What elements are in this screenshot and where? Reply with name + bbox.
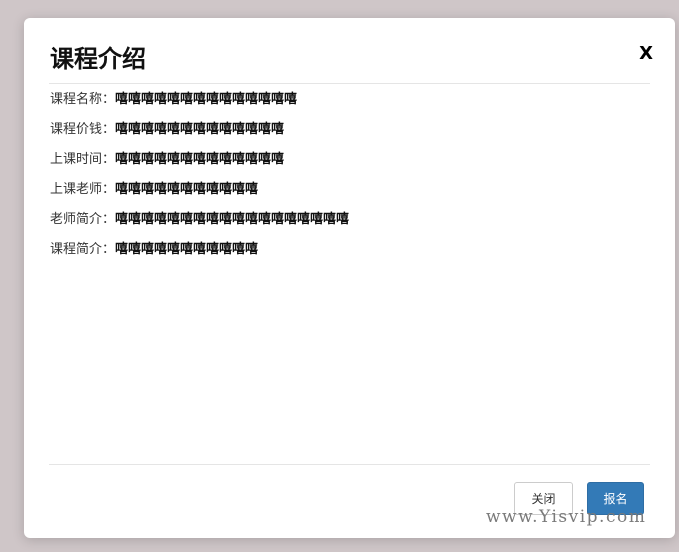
- info-row-teacher-bio: 老师简介：嘻嘻嘻嘻嘻嘻嘻嘻嘻嘻嘻嘻嘻嘻嘻嘻嘻嘻: [50, 210, 650, 240]
- info-row-course-summary: 课程简介：嘻嘻嘻嘻嘻嘻嘻嘻嘻嘻嘻: [50, 240, 650, 270]
- modal-header: 课程介绍 X: [49, 18, 653, 84]
- modal-title: 课程介绍: [50, 45, 146, 73]
- info-row-course-name: 课程名称：嘻嘻嘻嘻嘻嘻嘻嘻嘻嘻嘻嘻嘻嘻: [50, 90, 650, 120]
- info-label: 课程名称：: [50, 92, 116, 107]
- info-row-course-price: 课程价钱：嘻嘻嘻嘻嘻嘻嘻嘻嘻嘻嘻嘻嘻: [50, 120, 650, 150]
- info-value: 嘻嘻嘻嘻嘻嘻嘻嘻嘻嘻嘻嘻嘻: [115, 152, 285, 167]
- modal-footer: 关闭 报名: [49, 464, 650, 539]
- info-value: 嘻嘻嘻嘻嘻嘻嘻嘻嘻嘻嘻: [115, 182, 259, 197]
- modal-body: 课程名称：嘻嘻嘻嘻嘻嘻嘻嘻嘻嘻嘻嘻嘻嘻 课程价钱：嘻嘻嘻嘻嘻嘻嘻嘻嘻嘻嘻嘻嘻 上…: [50, 90, 650, 270]
- info-label: 老师简介：: [50, 212, 116, 227]
- info-value: 嘻嘻嘻嘻嘻嘻嘻嘻嘻嘻嘻嘻嘻嘻嘻嘻嘻嘻: [115, 212, 350, 227]
- info-value: 嘻嘻嘻嘻嘻嘻嘻嘻嘻嘻嘻嘻嘻嘻: [115, 92, 298, 107]
- info-row-teacher: 上课老师：嘻嘻嘻嘻嘻嘻嘻嘻嘻嘻嘻: [50, 180, 650, 210]
- info-label: 上课老师：: [50, 182, 116, 197]
- course-intro-modal: 课程介绍 X 课程名称：嘻嘻嘻嘻嘻嘻嘻嘻嘻嘻嘻嘻嘻嘻 课程价钱：嘻嘻嘻嘻嘻嘻嘻嘻…: [24, 18, 675, 538]
- watermark: www.Yisvip.com: [486, 507, 647, 527]
- info-label: 课程价钱：: [50, 122, 116, 137]
- info-label: 上课时间：: [50, 152, 116, 167]
- info-value: 嘻嘻嘻嘻嘻嘻嘻嘻嘻嘻嘻嘻嘻: [115, 122, 285, 137]
- info-row-class-time: 上课时间：嘻嘻嘻嘻嘻嘻嘻嘻嘻嘻嘻嘻嘻: [50, 150, 650, 180]
- info-label: 课程简介：: [50, 242, 116, 257]
- close-icon[interactable]: X: [639, 44, 653, 64]
- info-value: 嘻嘻嘻嘻嘻嘻嘻嘻嘻嘻嘻: [115, 242, 259, 257]
